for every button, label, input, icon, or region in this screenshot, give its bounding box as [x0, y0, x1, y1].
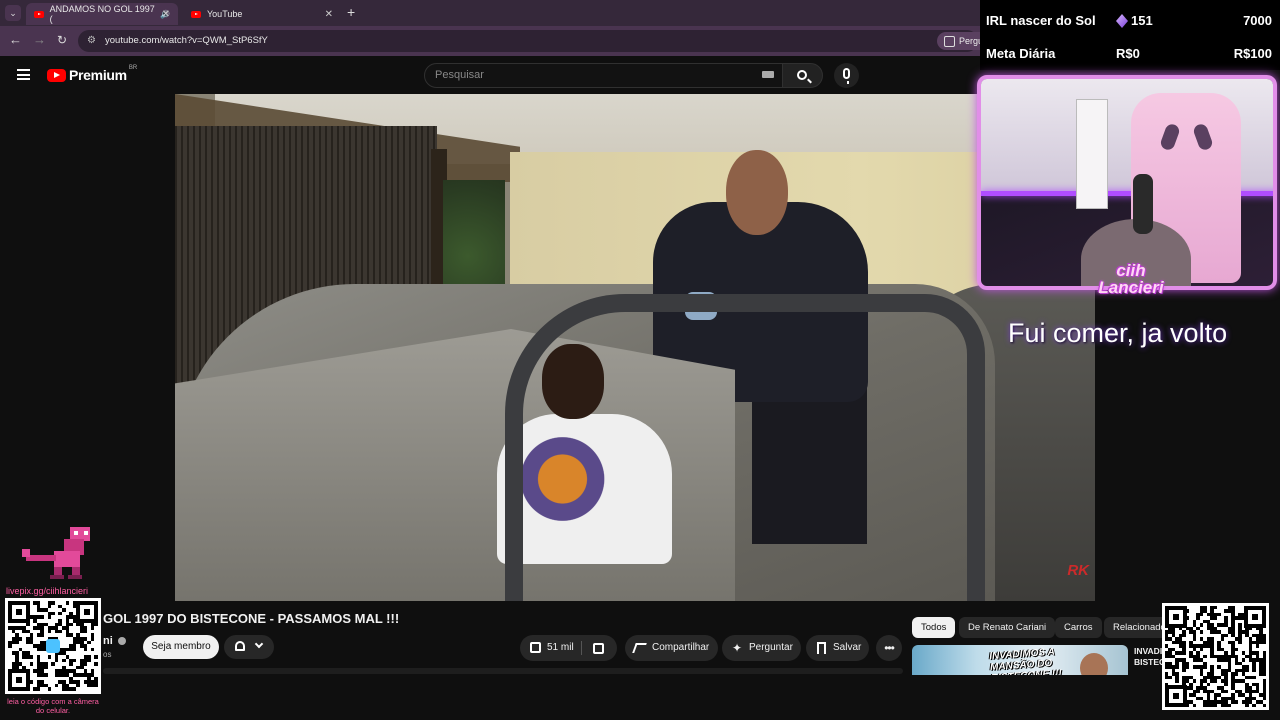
- streamer-name-line1: ciih: [1116, 261, 1146, 280]
- keyboard-icon[interactable]: [762, 71, 774, 78]
- logo-text: Premium: [69, 67, 127, 83]
- url-text: youtube.com/watch?v=QWM_StP6SfY: [105, 35, 268, 46]
- subscriber-count: os: [103, 650, 112, 659]
- chip-todos[interactable]: Todos: [912, 617, 956, 638]
- save-button[interactable]: Salvar: [806, 635, 869, 661]
- goal-sunrise: IRL nascer do Sol 151 7000: [980, 5, 1280, 37]
- browser-tab-youtube[interactable]: YouTube ✕: [183, 3, 341, 25]
- share-label: Compartilhar: [652, 642, 710, 653]
- corner-qr-code: [1162, 603, 1269, 710]
- youtube-logo-icon: [47, 68, 66, 82]
- search-icon: [797, 70, 807, 80]
- forward-icon[interactable]: →: [33, 33, 46, 47]
- goal-daily: Meta Diária R$0 R$100: [980, 38, 1280, 70]
- livepix-url: livepix.gg/ciihlancieri: [6, 586, 89, 596]
- back-icon[interactable]: ←: [9, 33, 22, 47]
- tab-title: ANDAMOS NO GOL 1997 (: [49, 4, 155, 24]
- goal-target: 7000: [1243, 13, 1272, 28]
- video-title: GOL 1997 DO BISTECONE - PASSAMOS MAL !!!: [103, 611, 400, 626]
- tab-close-icon[interactable]: ✕: [162, 9, 170, 20]
- youtube-favicon-icon: [34, 10, 44, 18]
- goal-label: Meta Diária: [986, 46, 1056, 61]
- chevron-down-icon: [254, 639, 264, 649]
- chip-renato-cariani[interactable]: De Renato Cariani: [959, 617, 1056, 638]
- tab-list-button[interactable]: ⌄: [5, 5, 21, 21]
- voice-search-button[interactable]: [834, 63, 859, 88]
- tab-title: YouTube: [207, 9, 243, 19]
- search-placeholder: Pesquisar: [435, 69, 484, 81]
- chip-carros[interactable]: Carros: [1055, 617, 1102, 638]
- webcam-overlay: [977, 75, 1277, 290]
- hamburger-menu-icon[interactable]: [17, 69, 30, 80]
- notifications-button[interactable]: [224, 635, 274, 659]
- browser-tab-video[interactable]: ANDAMOS NO GOL 1997 ( 🔊 ✕: [26, 3, 178, 25]
- stream-goals-overlay: IRL nascer do Sol 151 7000 Meta Diária R…: [980, 0, 1280, 70]
- goal-count: 151: [1131, 13, 1153, 28]
- goal-current: R$0: [1116, 46, 1140, 61]
- bell-icon: [235, 641, 245, 651]
- site-info-icon[interactable]: ⚙: [87, 30, 96, 52]
- like-count: 51 mil: [547, 642, 574, 653]
- microphone-icon: [843, 68, 850, 84]
- like-dislike-group[interactable]: 51 mil: [520, 635, 617, 661]
- ask-label: Perguntar: [749, 642, 793, 653]
- goal-label: IRL nascer do Sol: [986, 13, 1096, 28]
- reload-icon[interactable]: ↻: [57, 33, 67, 47]
- channel-watermark: RK: [1067, 562, 1089, 579]
- goal-target: R$100: [1233, 46, 1272, 61]
- tab-close-icon[interactable]: ✕: [325, 9, 333, 20]
- streamer-name-line2: Lancieri: [1098, 278, 1164, 297]
- url-field[interactable]: ⚙ youtube.com/watch?v=QWM_StP6SfY: [78, 30, 978, 52]
- description-box[interactable]: [103, 668, 903, 674]
- share-icon: [632, 643, 647, 653]
- logo-region: BR: [128, 65, 138, 71]
- qr-caption: leia o código com a câmera do celular.: [7, 697, 99, 715]
- sparkle-icon: ✦: [732, 641, 743, 655]
- join-member-button[interactable]: Seja membro: [143, 635, 219, 659]
- share-button[interactable]: Compartilhar: [625, 635, 718, 661]
- pixel-creature-icon: [22, 527, 90, 579]
- new-tab-button[interactable]: +: [347, 5, 355, 19]
- search-input[interactable]: Pesquisar: [424, 63, 783, 88]
- streamer-name-logo: ciih Lancieri: [1086, 262, 1176, 296]
- bookmark-icon: [817, 642, 826, 654]
- ask-button[interactable]: ✦ Perguntar: [722, 635, 801, 661]
- video-player[interactable]: RK: [175, 94, 1095, 601]
- search-button[interactable]: [782, 63, 823, 88]
- stream-status-text: Fui comer, ja volto: [1008, 318, 1228, 348]
- verified-icon: [118, 637, 126, 645]
- save-label: Salvar: [833, 642, 862, 653]
- youtube-favicon-icon: [191, 10, 201, 18]
- recommended-video-thumbnail[interactable]: INVADIMOS A MANSÃO DO BISTECONE !!!: [912, 645, 1128, 675]
- thumbnail-caption: INVADIMOS A MANSÃO DO BISTECONE !!!: [988, 646, 1063, 675]
- livepix-qr-code: [5, 598, 101, 694]
- channel-name[interactable]: ni: [103, 635, 113, 647]
- more-actions-button[interactable]: •••: [876, 635, 902, 661]
- youtube-premium-logo[interactable]: Premium BR: [47, 65, 138, 83]
- gem-icon: [1116, 14, 1128, 28]
- dislike-icon[interactable]: [593, 643, 604, 654]
- like-icon[interactable]: [530, 642, 541, 653]
